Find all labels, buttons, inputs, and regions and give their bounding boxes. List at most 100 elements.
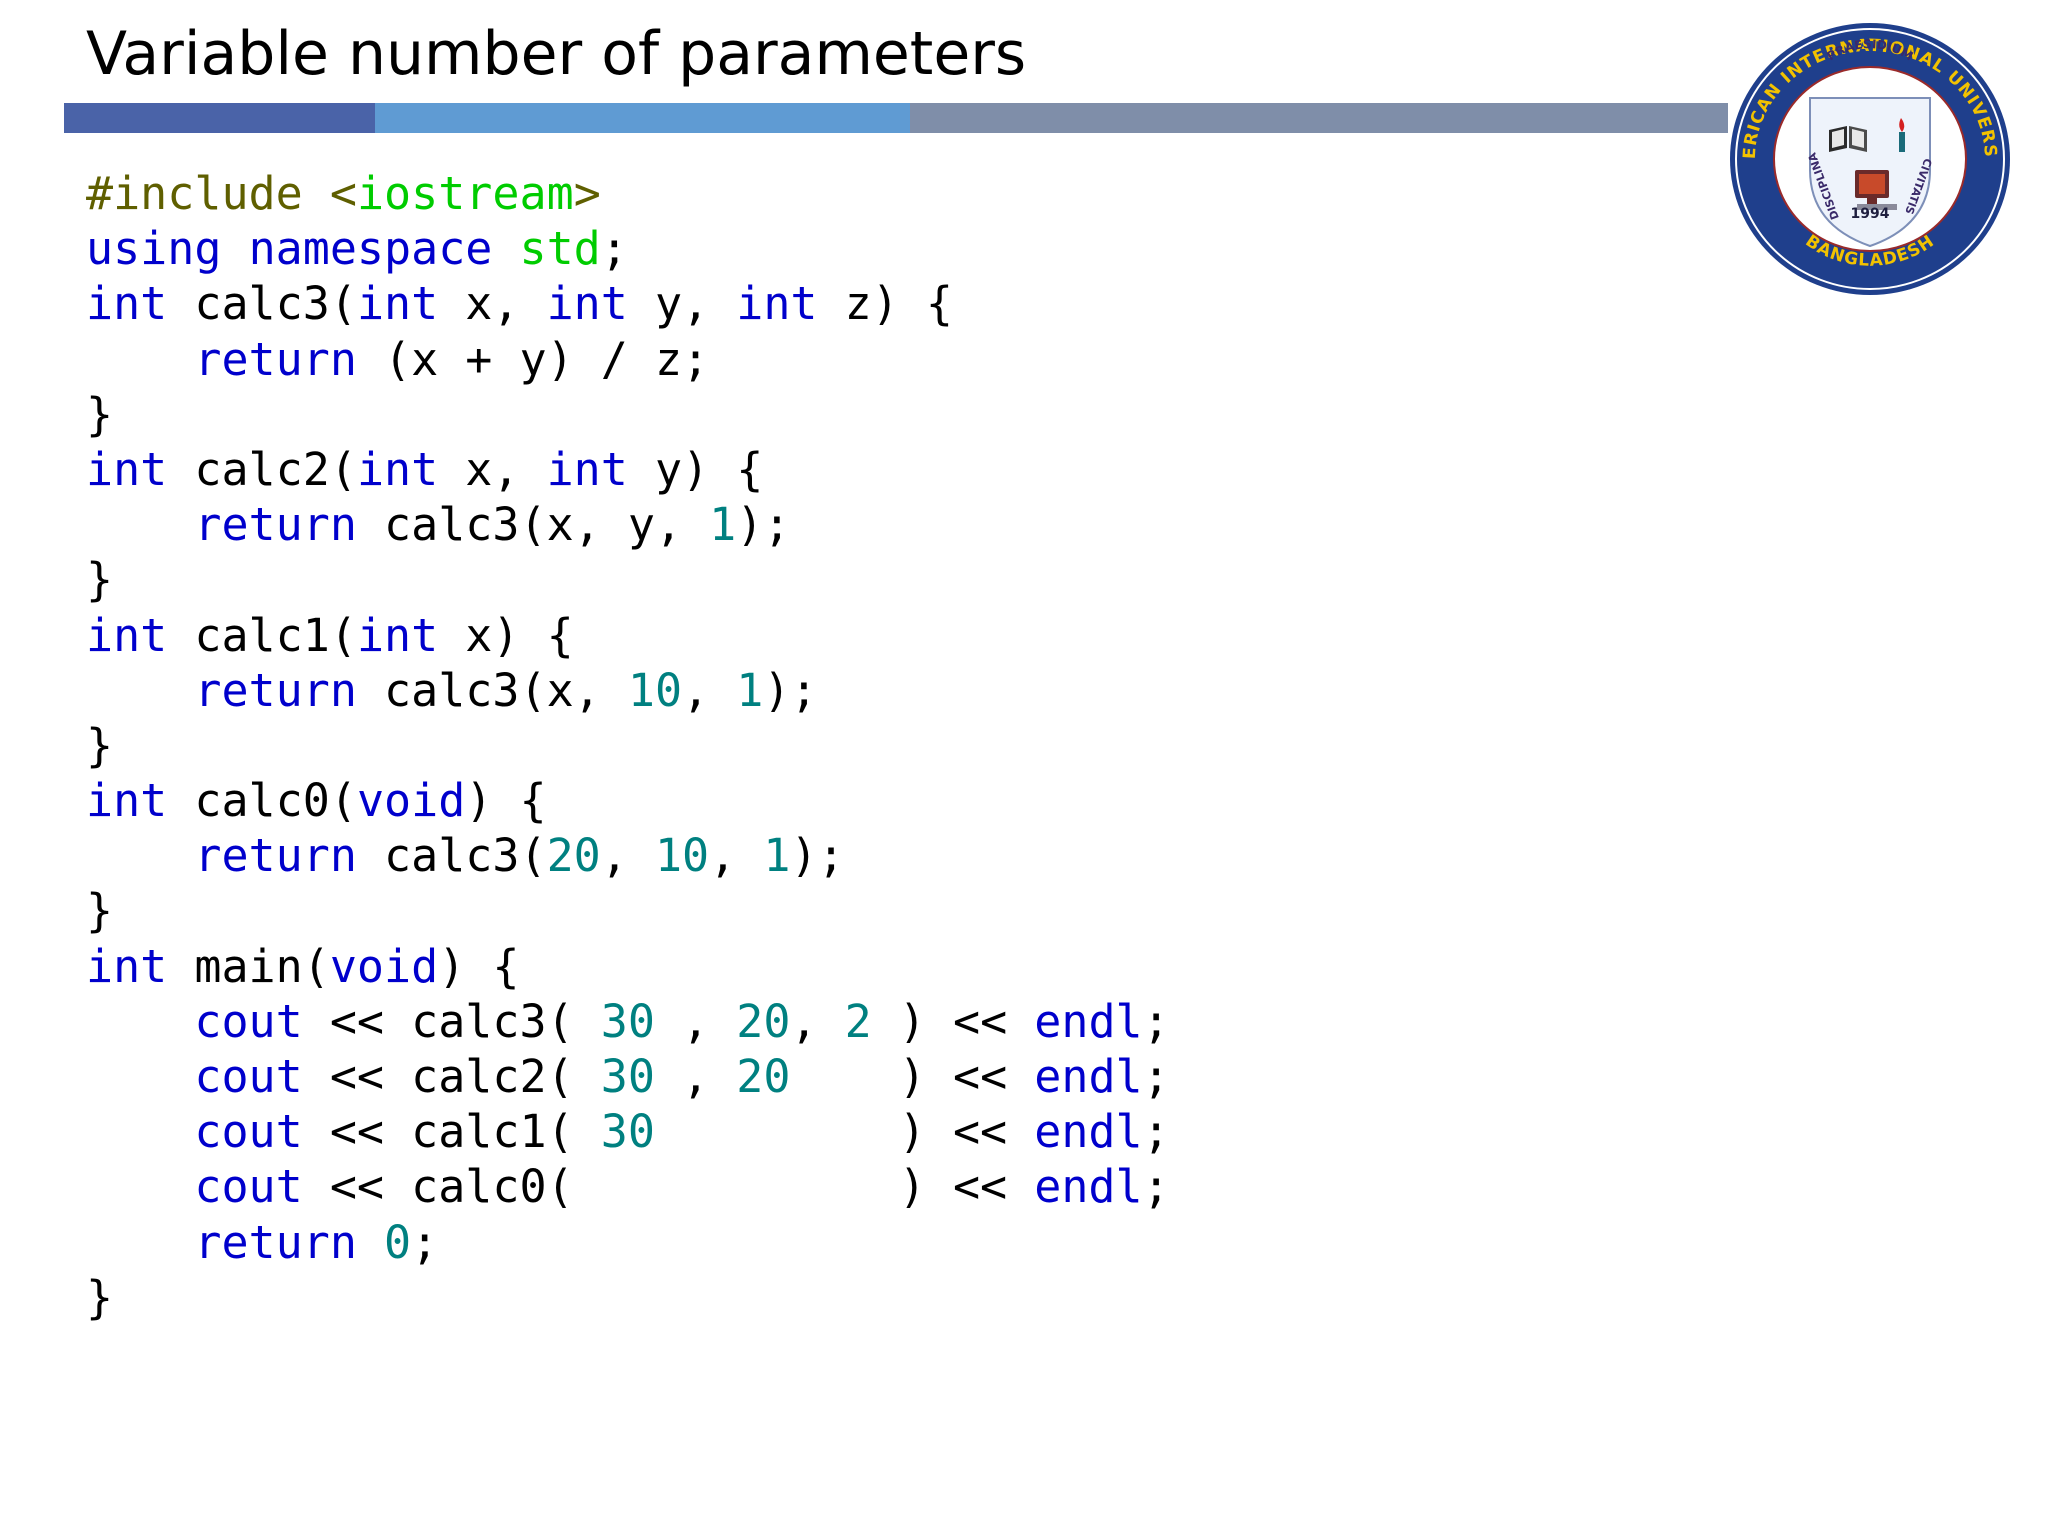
code-line: cout << calc1( 30 ) << endl;	[86, 1104, 1170, 1159]
code-text: calc3(x, y,	[356, 498, 710, 552]
code-number: 0	[384, 1215, 412, 1269]
code-text: }	[86, 884, 114, 938]
code-keyword: cout	[194, 1105, 303, 1159]
code-line: cout << calc0( ) << endl;	[86, 1159, 1170, 1214]
code-line: }	[86, 552, 1170, 607]
code-number: 20	[546, 829, 601, 883]
code-keyword: void	[356, 774, 466, 828]
code-text: ) {	[438, 939, 520, 993]
code-keyword: namespace	[248, 222, 493, 276]
code-text: calc3(x,	[356, 663, 628, 717]
code-keyword: void	[329, 939, 439, 993]
code-text: );	[790, 829, 845, 883]
slide-title: Variable number of parameters	[86, 19, 1027, 89]
code-line: }	[86, 883, 1170, 938]
code-keyword: using	[86, 222, 222, 276]
code-text: z) {	[817, 277, 953, 331]
code-text: }	[86, 387, 114, 441]
code-number: 1	[763, 829, 791, 883]
code-preprocessor: <	[329, 167, 357, 220]
code-keyword: return	[194, 829, 357, 883]
code-keyword: cout	[194, 1050, 303, 1103]
code-text: }	[86, 1270, 114, 1324]
code-keyword: return	[194, 1215, 357, 1269]
code-line: return 0;	[86, 1215, 1170, 1270]
code-keyword: return	[194, 498, 357, 552]
code-keyword: cout	[194, 994, 303, 1048]
code-keyword: int	[86, 442, 168, 496]
code-keyword: int	[356, 277, 439, 331]
code-text: ) <<	[654, 1105, 1035, 1159]
code-keyword: int	[86, 774, 168, 828]
code-keyword: endl	[1034, 1105, 1143, 1159]
code-number: 30	[600, 994, 655, 1048]
code-text: ) <<	[871, 994, 1035, 1048]
code-line: return (x + y) / z;	[86, 332, 1170, 387]
title-bar-segment-dark	[64, 103, 375, 133]
code-text: << calc2(	[302, 1050, 601, 1103]
code-text: << calc1(	[302, 1105, 601, 1159]
code-line: int main(void) {	[86, 939, 1170, 994]
code-text: ;	[600, 222, 628, 276]
code-number: 30	[600, 1050, 655, 1103]
code-text: y) {	[627, 442, 764, 496]
code-text: calc3(	[167, 277, 357, 331]
code-keyword: int	[356, 608, 439, 662]
code-text: main(	[167, 939, 330, 993]
code-number: 20	[736, 994, 791, 1048]
title-bar-segment-gray	[910, 103, 1728, 133]
code-keyword: endl	[1034, 994, 1143, 1048]
code-text: y,	[627, 277, 737, 331]
code-include-target: iostream	[356, 167, 574, 220]
title-underline-bar	[64, 103, 1728, 133]
code-keyword: int	[546, 442, 628, 496]
code-number: 20	[736, 1050, 791, 1103]
code-text: ;	[1142, 994, 1170, 1048]
code-text: ,	[654, 1050, 737, 1103]
code-text: ,	[654, 994, 737, 1048]
code-text: x,	[438, 277, 547, 331]
code-line: int calc2(int x, int y) {	[86, 442, 1170, 497]
code-preprocessor: >	[573, 167, 601, 220]
code-keyword: int	[86, 939, 168, 993]
code-text: }	[86, 553, 114, 607]
code-text: ) <<	[790, 1050, 1035, 1103]
code-number: 1	[736, 663, 764, 717]
code-text: x,	[438, 442, 547, 496]
code-keyword: int	[356, 442, 439, 496]
code-keyword: int	[546, 277, 628, 331]
code-line: #include <iostream>	[86, 166, 1170, 221]
code-text: ,	[600, 829, 655, 883]
code-line: }	[86, 387, 1170, 442]
code-text: calc0(	[167, 774, 357, 828]
code-line: int calc1(int x) {	[86, 608, 1170, 663]
code-line: }	[86, 718, 1170, 773]
code-line: return calc3(x, 10, 1);	[86, 663, 1170, 718]
code-text: calc2(	[167, 442, 357, 496]
code-number: 30	[600, 1105, 655, 1159]
code-text: ;	[1142, 1105, 1170, 1159]
code-text: );	[736, 498, 791, 552]
code-keyword: endl	[1034, 1160, 1143, 1214]
code-line: cout << calc2( 30 , 20 ) << endl;	[86, 1049, 1169, 1104]
code-number: 10	[627, 663, 683, 717]
code-line: }	[86, 1270, 1170, 1325]
code-keyword: endl	[1034, 1050, 1143, 1103]
code-text: ,	[790, 994, 845, 1048]
code-keyword: cout	[194, 1160, 303, 1214]
code-text: ;	[411, 1215, 439, 1269]
university-seal-logo: AMERICAN INTERNATIONAL UNIVERSITY BANGLA…	[1727, 20, 2010, 295]
code-line: using namespace std;	[86, 221, 1170, 276]
code-text: << calc3(	[302, 994, 601, 1048]
code-block: #include <iostream> using namespace std; i…	[86, 166, 1170, 1325]
